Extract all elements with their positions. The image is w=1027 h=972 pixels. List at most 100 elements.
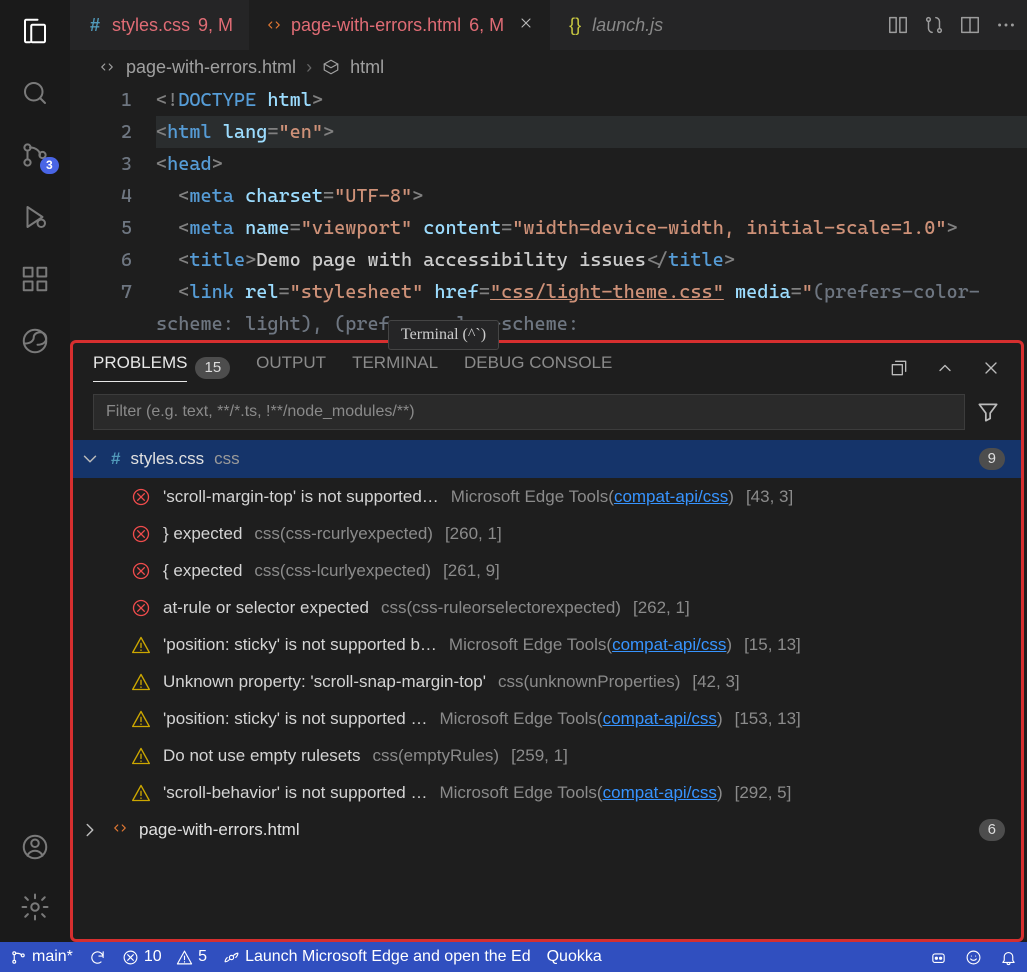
error-count: 10: [144, 948, 162, 966]
line-number: 4: [98, 180, 156, 212]
problem-source: Microsoft Edge Tools(compat-api/css): [451, 487, 734, 507]
problem-row[interactable]: 'scroll-margin-top' is not supported… Mic…: [73, 478, 1021, 515]
problem-source: css(css-rcurlyexpected): [254, 524, 433, 544]
problem-message: } expected: [163, 524, 242, 544]
html-file-icon: [265, 16, 283, 34]
warning-icon: [131, 746, 151, 766]
problem-message: { expected: [163, 561, 242, 581]
search-icon[interactable]: [18, 76, 52, 110]
symbol-icon: [322, 58, 340, 76]
tab-filename: styles.css: [112, 15, 190, 36]
problem-code-link[interactable]: compat-api/css: [603, 783, 717, 802]
source-control-icon[interactable]: 3: [18, 138, 52, 172]
problem-message: 'position: sticky' is not supported …: [163, 709, 427, 729]
panel-tab-problems[interactable]: PROBLEMS: [93, 353, 187, 382]
problem-source: Microsoft Edge Tools(compat-api/css): [439, 709, 722, 729]
filter-icon[interactable]: [975, 399, 1001, 425]
quokka-status[interactable]: Quokka: [547, 948, 602, 966]
sync-status[interactable]: [89, 949, 106, 966]
problem-message: at-rule or selector expected: [163, 598, 369, 618]
more-icon[interactable]: [995, 14, 1017, 36]
json-file-icon: {}: [566, 16, 584, 34]
problem-row[interactable]: Unknown property: 'scroll-snap-margin-to…: [73, 663, 1021, 700]
breadcrumb-file[interactable]: page-with-errors.html: [126, 57, 296, 78]
line-number: 2: [98, 116, 156, 148]
panel-tab-output[interactable]: OUTPUT: [256, 353, 326, 382]
problem-row[interactable]: { expected css(css-lcurlyexpected) [261, 9…: [73, 552, 1021, 589]
problem-row[interactable]: 'scroll-behavior' is not supported …Micr…: [73, 774, 1021, 811]
problem-row[interactable]: } expected css(css-rcurlyexpected) [260, 1…: [73, 515, 1021, 552]
problem-message: 'scroll-margin-top' is not supported…: [163, 487, 439, 507]
run-debug-icon[interactable]: [18, 200, 52, 234]
error-icon: [131, 524, 151, 544]
problem-source: Microsoft Edge Tools(compat-api/css): [449, 635, 732, 655]
launch-status[interactable]: Launch Microsoft Edge and open the Ed: [223, 948, 531, 966]
line-number: 6: [98, 244, 156, 276]
tab-styles-css[interactable]: # styles.css 9, M: [70, 0, 249, 50]
problem-position: [43, 3]: [746, 487, 793, 507]
extensions-icon[interactable]: [18, 262, 52, 296]
close-icon[interactable]: [518, 15, 534, 36]
group-filename: page-with-errors.html: [139, 820, 300, 840]
problems-panel: PROBLEMS 15 OUTPUT TERMINAL DEBUG CONSOL…: [70, 340, 1024, 942]
problem-position: [261, 9]: [443, 561, 500, 581]
git-compare-icon[interactable]: [923, 14, 945, 36]
activity-bar: 3: [0, 0, 70, 942]
collapse-all-icon[interactable]: [889, 358, 909, 378]
git-branch-status[interactable]: main*: [10, 948, 73, 966]
problem-code-link[interactable]: compat-api/css: [612, 635, 726, 654]
compare-icon[interactable]: [887, 14, 909, 36]
problem-row[interactable]: 'position: sticky' is not supported … Mic…: [73, 700, 1021, 737]
breadcrumb-symbol[interactable]: html: [350, 57, 384, 78]
breadcrumb[interactable]: page-with-errors.html › html: [70, 50, 1027, 84]
code-editor[interactable]: 1<!DOCTYPE html> 2<html lang="en"> 3<hea…: [70, 84, 1027, 340]
tab-launch-js[interactable]: {} launch.js: [550, 0, 679, 50]
editor-tabs: # styles.css 9, M page-with-errors.html …: [70, 0, 1027, 50]
problem-position: [42, 3]: [692, 672, 739, 692]
diagnostics-status[interactable]: 10 5: [122, 948, 207, 966]
warning-count: 5: [198, 948, 207, 966]
problem-code-link[interactable]: compat-api/css: [603, 709, 717, 728]
explorer-icon[interactable]: [18, 14, 52, 48]
copilot-icon[interactable]: [930, 949, 947, 966]
tab-page-with-errors[interactable]: page-with-errors.html 6, M: [249, 0, 550, 50]
branch-name: main*: [32, 948, 73, 966]
problem-row[interactable]: 'position: sticky' is not supported b… Mi…: [73, 626, 1021, 663]
line-number: 3: [98, 148, 156, 180]
bell-icon[interactable]: [1000, 949, 1017, 966]
warning-icon: [131, 709, 151, 729]
problem-position: [259, 1]: [511, 746, 568, 766]
css-file-icon: #: [111, 449, 120, 469]
warning-icon: [131, 783, 151, 803]
chevron-up-icon[interactable]: [935, 358, 955, 378]
problem-source: css(emptyRules): [372, 746, 499, 766]
close-panel-icon[interactable]: [981, 358, 1001, 378]
problem-source: css(unknownProperties): [498, 672, 680, 692]
tab-diagnostic: 6, M: [469, 15, 504, 36]
problem-source: css(css-ruleorselectorexpected): [381, 598, 621, 618]
problem-source: css(css-lcurlyexpected): [254, 561, 431, 581]
split-editor-icon[interactable]: [959, 14, 981, 36]
problem-row[interactable]: Do not use empty rulesetscss(emptyRules)…: [73, 737, 1021, 774]
line-number: 7: [98, 276, 156, 308]
group-count: 9: [979, 448, 1005, 470]
problem-message: 'position: sticky' is not supported b…: [163, 635, 437, 655]
edge-icon[interactable]: [18, 324, 52, 358]
problem-position: [260, 1]: [445, 524, 502, 544]
panel-tab-terminal[interactable]: TERMINAL: [352, 353, 438, 382]
problem-group-header[interactable]: page-with-errors.html6: [73, 811, 1021, 849]
problems-list[interactable]: #styles.csscss9'scroll-margin-top' is no…: [73, 440, 1021, 939]
problem-code-link[interactable]: compat-api/css: [614, 487, 728, 506]
launch-label: Launch Microsoft Edge and open the Ed: [245, 948, 531, 966]
problem-group-header[interactable]: #styles.csscss9: [73, 440, 1021, 478]
accounts-icon[interactable]: [18, 830, 52, 864]
feedback-icon[interactable]: [965, 949, 982, 966]
warning-icon: [131, 635, 151, 655]
problem-row[interactable]: at-rule or selector expected css(css-rule…: [73, 589, 1021, 626]
settings-gear-icon[interactable]: [18, 890, 52, 924]
panel-tab-debug-console[interactable]: DEBUG CONSOLE: [464, 353, 612, 382]
chevron-right-icon: [79, 819, 101, 841]
error-icon: [131, 487, 151, 507]
chevron-down-icon: [79, 448, 101, 470]
problems-filter-input[interactable]: [93, 394, 965, 430]
